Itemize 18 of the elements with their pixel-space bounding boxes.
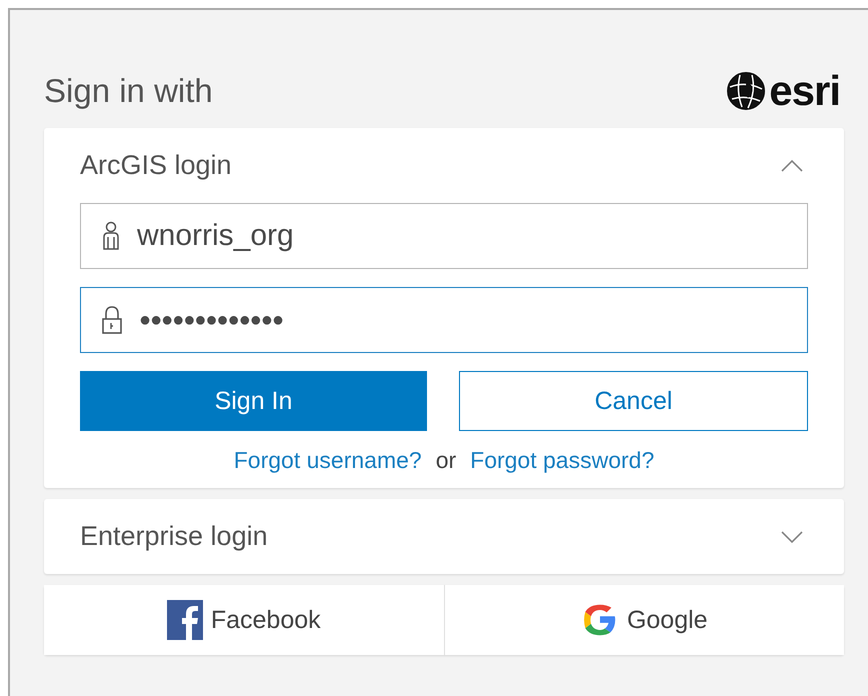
google-button[interactable]: Google <box>444 585 844 655</box>
forgot-password-link[interactable]: Forgot password? <box>470 447 654 474</box>
esri-logo: esri <box>726 67 840 115</box>
forgot-username-link[interactable]: Forgot username? <box>234 447 422 474</box>
section-title[interactable]: Enterprise login <box>80 521 268 552</box>
facebook-button[interactable]: Facebook <box>44 585 444 655</box>
chevron-up-icon[interactable] <box>780 158 804 172</box>
lock-icon <box>101 305 123 335</box>
input-field[interactable]: ●●●●●●●●●●●●● <box>80 287 808 353</box>
dialog-title: Sign in with <box>44 72 213 110</box>
input-field[interactable]: wnorris_org <box>80 203 808 269</box>
section-title[interactable]: ArcGIS login <box>80 150 232 181</box>
or-text: or <box>436 447 456 474</box>
person-icon <box>101 221 121 251</box>
sign-in-button[interactable]: Sign In <box>80 371 427 431</box>
chevron-down-icon[interactable] <box>780 530 804 544</box>
cancel-button[interactable]: Cancel <box>459 371 808 431</box>
facebook-icon <box>166 600 203 640</box>
